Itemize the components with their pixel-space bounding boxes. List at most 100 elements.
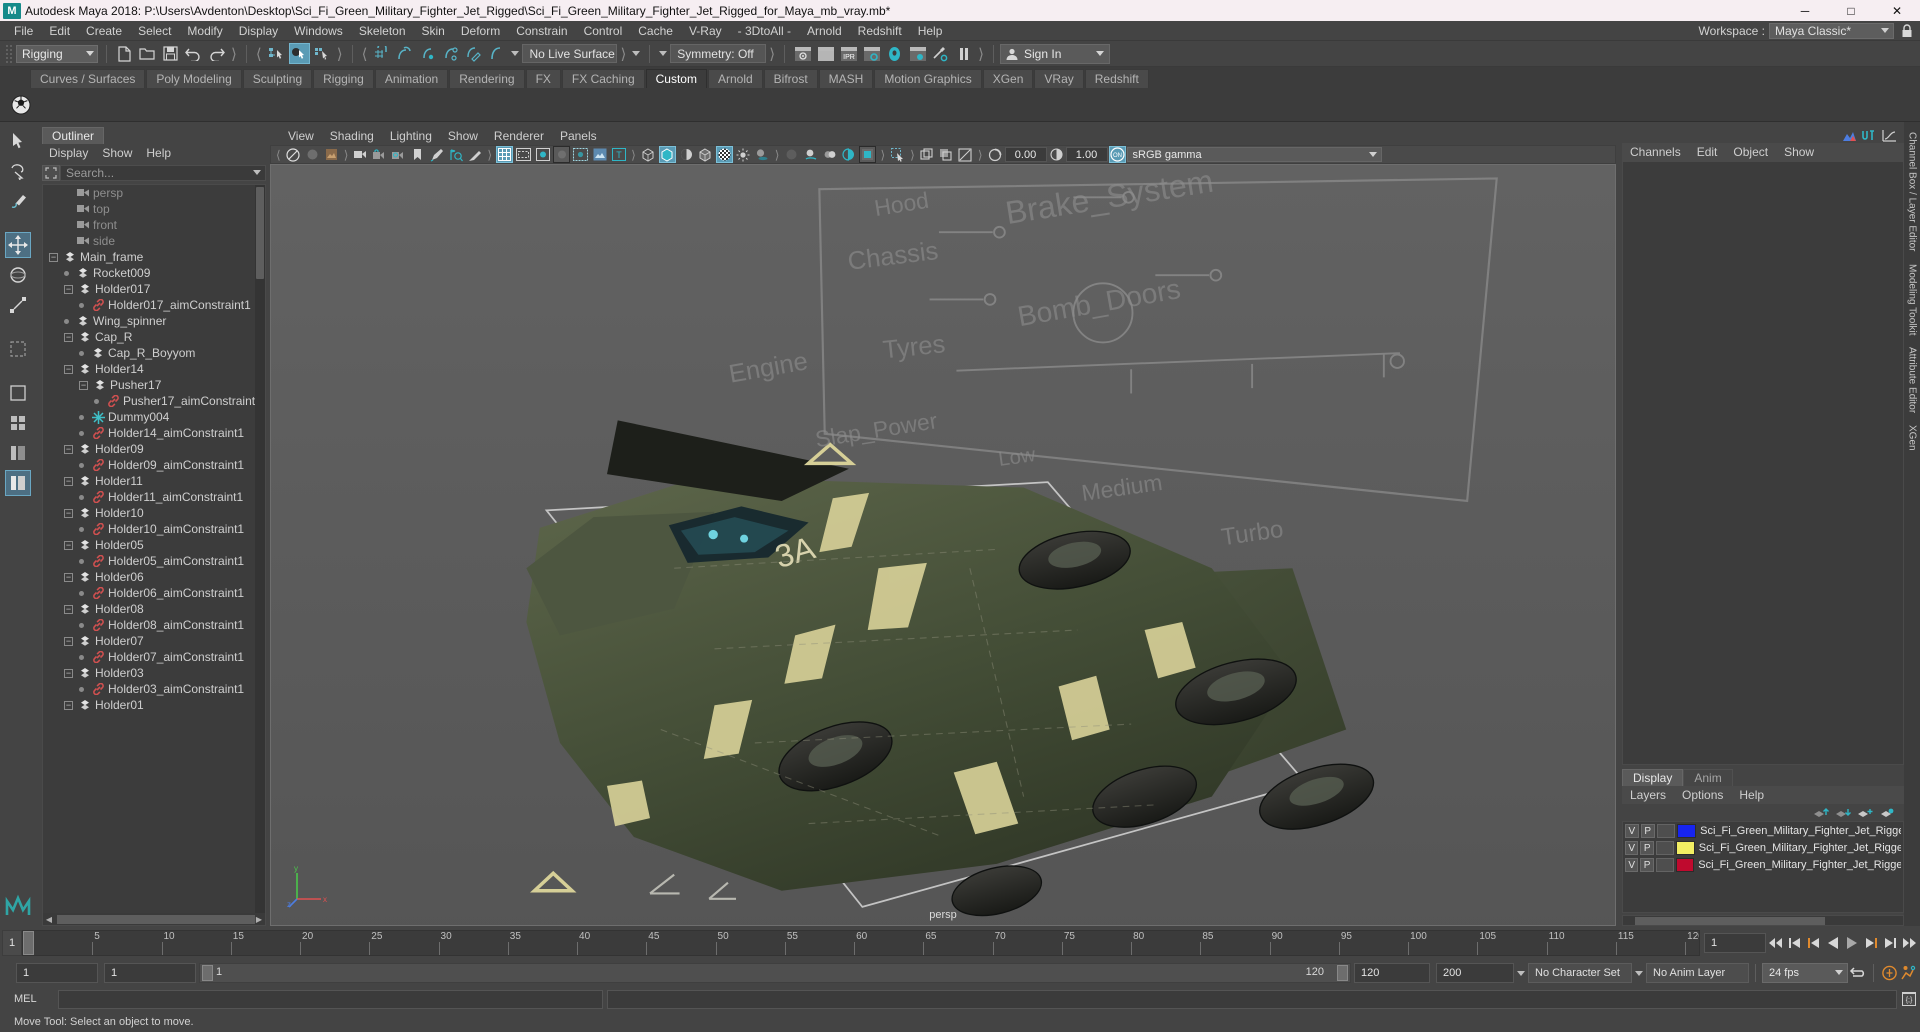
shelf-tab-fx[interactable]: FX: [525, 69, 561, 88]
expand-collapse-toggle[interactable]: −: [79, 380, 88, 390]
layer-playback-toggle[interactable]: P: [1640, 824, 1655, 838]
shelf-tab-xgen[interactable]: XGen: [982, 69, 1034, 88]
menu-item-constrain[interactable]: Constrain: [508, 21, 575, 41]
tab-outliner[interactable]: Outliner: [42, 127, 105, 144]
range-bar[interactable]: 1 120: [199, 963, 1351, 983]
snap-to-projected-center-icon[interactable]: [440, 43, 461, 64]
color-management-toggle-icon[interactable]: ON: [1108, 146, 1126, 163]
exposure-icon[interactable]: [987, 146, 1004, 163]
undo-icon[interactable]: [183, 43, 204, 64]
viewport-menu-lighting[interactable]: Lighting: [382, 129, 440, 143]
tab-display-layers[interactable]: Display: [1622, 769, 1684, 786]
layer-visibility-toggle[interactable]: V: [1625, 841, 1639, 855]
outliner-item-rocket009[interactable]: Rocket009: [43, 265, 255, 281]
select-camera-icon[interactable]: [285, 146, 302, 163]
viewport-menu-view[interactable]: View: [280, 129, 322, 143]
animation-preferences-icon[interactable]: [1899, 962, 1918, 984]
outliner-item-cap_r_boyyom[interactable]: Cap_R_Boyyom: [43, 345, 255, 361]
menu-item-file[interactable]: File: [6, 21, 41, 41]
outliner-item-main_frame[interactable]: − Main_frame: [43, 249, 255, 265]
menu-item-help[interactable]: Help: [910, 21, 951, 41]
scroll-left-icon[interactable]: ◀: [43, 913, 55, 925]
outliner-item-holder09_aimconstraint1[interactable]: Holder09_aimConstraint1: [43, 457, 255, 473]
move-layer-down-icon[interactable]: [1833, 805, 1852, 820]
anim-start-field[interactable]: 1: [16, 963, 98, 983]
symmetry-dropdown[interactable]: [656, 45, 670, 63]
snap-to-grid-icon[interactable]: [371, 43, 392, 64]
outliner-item-holder03[interactable]: − Holder03: [43, 665, 255, 681]
step-forward-key-icon[interactable]: [1861, 932, 1880, 954]
outliner-search-input[interactable]: Search...: [60, 165, 266, 181]
lock-icon[interactable]: [1898, 22, 1916, 40]
menu-item-modify[interactable]: Modify: [179, 21, 230, 41]
xray-toggle-icon[interactable]: [572, 146, 589, 163]
playback-end-field[interactable]: 200: [1436, 963, 1514, 983]
sync-graph-icon[interactable]: [1840, 128, 1858, 143]
layer-color-swatch[interactable]: [1677, 824, 1697, 838]
menu-item-create[interactable]: Create: [78, 21, 130, 41]
shaded-halfsphere-icon[interactable]: [678, 146, 695, 163]
channelbox-menu-object[interactable]: Object: [1725, 145, 1776, 159]
menu-item-vray[interactable]: V-Ray: [681, 21, 730, 41]
snap-to-view-plane-icon[interactable]: [463, 43, 484, 64]
motion-blur-icon[interactable]: [802, 146, 819, 163]
menu-item-cache[interactable]: Cache: [630, 21, 681, 41]
step-forward-frame-icon[interactable]: [1880, 932, 1899, 954]
view-duplicate-icon[interactable]: [919, 146, 936, 163]
menu-item-windows[interactable]: Windows: [286, 21, 351, 41]
expand-collapse-toggle[interactable]: −: [64, 700, 73, 710]
command-input[interactable]: [58, 989, 603, 1009]
channelbox-menu-show[interactable]: Show: [1776, 145, 1822, 159]
loop-playback-icon[interactable]: [1848, 962, 1867, 984]
new-scene-icon[interactable]: [114, 43, 135, 64]
open-scene-icon[interactable]: [137, 43, 158, 64]
depth-of-field-icon[interactable]: [840, 146, 857, 163]
outliner-item-wing_spinner[interactable]: Wing_spinner: [43, 313, 255, 329]
film-gate-icon[interactable]: [515, 146, 532, 163]
menu-item-display[interactable]: Display: [231, 21, 286, 41]
wireframe-shading-icon[interactable]: [640, 146, 657, 163]
outliner-item-holder07_aimconstraint1[interactable]: Holder07_aimConstraint1: [43, 649, 255, 665]
expand-collapse-toggle[interactable]: −: [64, 508, 73, 518]
expand-collapse-toggle[interactable]: −: [64, 540, 73, 550]
vtab-modeling-toolkit[interactable]: Modeling Toolkit: [1907, 258, 1918, 342]
anim-end-field[interactable]: 120: [1354, 963, 1430, 983]
shaded-toggle-icon[interactable]: [534, 146, 551, 163]
tab-anim-layers[interactable]: Anim: [1683, 769, 1733, 786]
four-view-layout[interactable]: [5, 410, 31, 436]
outliner-item-holder017_aimconstraint1[interactable]: Holder017_aimConstraint1: [43, 297, 255, 313]
time-slider[interactable]: 5 10 15 20 25 30 35 40 45 50 55 60 65 70 75 80 85 90 95 100…: [22, 930, 1700, 956]
workspace-select[interactable]: Maya Classic*: [1769, 22, 1894, 39]
play-backwards-icon[interactable]: [1823, 932, 1842, 954]
layers-menu-help[interactable]: Help: [1731, 788, 1772, 802]
vtab-attribute-editor[interactable]: Attribute Editor: [1907, 341, 1918, 419]
ipr-render-icon[interactable]: IPR: [838, 43, 859, 64]
outliner-item-dummy004[interactable]: Dummy004: [43, 409, 255, 425]
menu-item-select[interactable]: Select: [130, 21, 179, 41]
menu-item-control[interactable]: Control: [576, 21, 631, 41]
live-surface-field[interactable]: No Live Surface: [522, 44, 618, 63]
layer-display-type-toggle[interactable]: [1655, 858, 1674, 872]
render-settings-icon[interactable]: [861, 43, 882, 64]
layer-horizontal-scrollbar[interactable]: [1622, 915, 1904, 926]
outliner-item-top[interactable]: top: [43, 201, 255, 217]
snap-to-point-icon[interactable]: [417, 43, 438, 64]
color-profile-select[interactable]: sRGB gamma: [1126, 147, 1382, 162]
expand-collapse-toggle[interactable]: −: [49, 252, 58, 262]
outliner-item-persp[interactable]: persp: [43, 185, 255, 201]
pause-viewport-icon[interactable]: [953, 43, 974, 64]
view-copy-icon[interactable]: [938, 146, 955, 163]
render-current-frame-icon[interactable]: [792, 43, 813, 64]
range-end-handle[interactable]: [1337, 965, 1348, 981]
time-cursor[interactable]: [23, 931, 34, 955]
single-perspective-layout[interactable]: [5, 380, 31, 406]
go-to-end-icon[interactable]: [1899, 932, 1918, 954]
auto-keyframe-icon[interactable]: [1880, 962, 1899, 984]
outliner-item-holder08[interactable]: − Holder08: [43, 601, 255, 617]
move-tool[interactable]: [5, 232, 31, 258]
expand-collapse-toggle[interactable]: −: [64, 636, 73, 646]
outliner-item-holder14[interactable]: − Holder14: [43, 361, 255, 377]
range-start-handle[interactable]: [202, 965, 213, 981]
outliner-item-holder05_aimconstraint1[interactable]: Holder05_aimConstraint1: [43, 553, 255, 569]
save-scene-icon[interactable]: [160, 43, 181, 64]
